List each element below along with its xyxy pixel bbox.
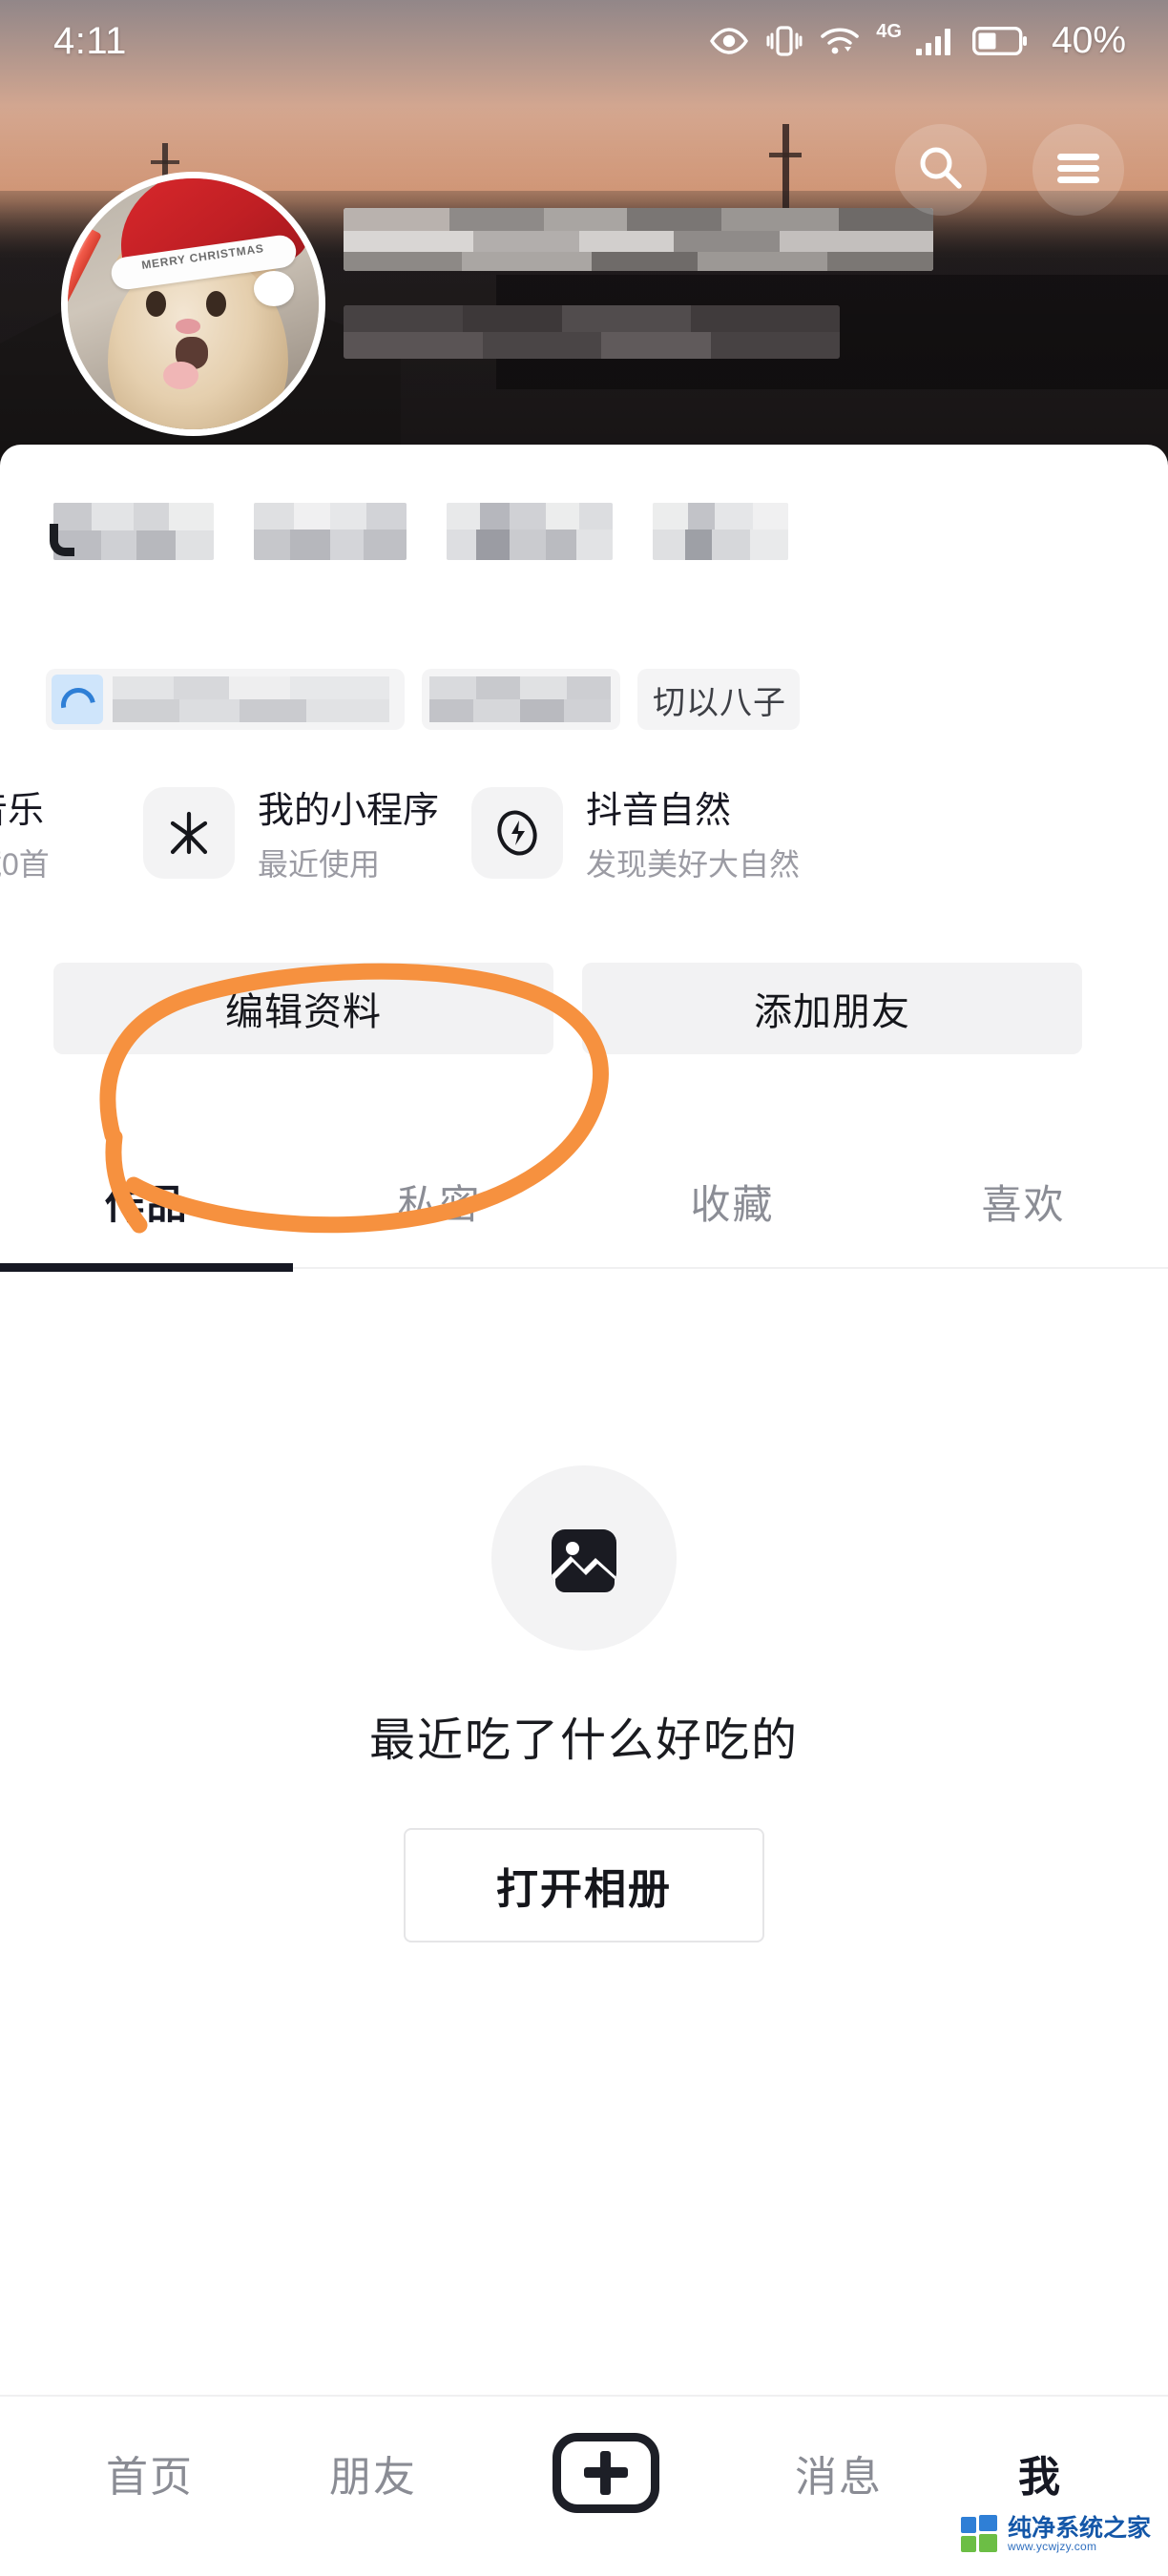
- stat-item[interactable]: [653, 503, 788, 560]
- tag-pill[interactable]: 切以八子: [637, 669, 800, 730]
- stat-value-redacted: [447, 503, 613, 560]
- windows-logo-icon: [960, 2515, 999, 2553]
- stat-value-redacted: [53, 503, 214, 560]
- battery-percent: 40%: [1051, 20, 1126, 61]
- card-title: 我的小程序: [258, 791, 440, 831]
- stat-glyph-fragment: [50, 524, 74, 556]
- watermark-url: www.ycwjzy.com: [1007, 2539, 1097, 2553]
- tag-pill[interactable]: [46, 669, 405, 730]
- network-type-label: 4G: [876, 20, 902, 42]
- vibrate-icon: [765, 25, 803, 57]
- card-douyin-nature[interactable]: 抖音自然 发现美好大自然: [471, 780, 832, 884]
- battery-icon: [971, 27, 1028, 55]
- avatar-eye-left: [145, 291, 166, 317]
- empty-state: 最近吃了什么好吃的 打开相册: [0, 1465, 1168, 1942]
- card-title: 抖音自然: [586, 791, 732, 831]
- nav-me[interactable]: 我: [1018, 2442, 1062, 2503]
- tab-liked[interactable]: 喜欢: [879, 1139, 1168, 1263]
- avatar[interactable]: MERRY CHRISTMAS: [61, 172, 325, 436]
- profile-tags-row: 切以八子: [46, 669, 800, 730]
- lightning-oval-icon: [471, 786, 564, 879]
- tab-works[interactable]: 作品: [0, 1139, 293, 1263]
- image-placeholder-icon: [491, 1465, 677, 1651]
- empty-state-message: 最近吃了什么好吃的: [368, 1715, 799, 1766]
- username-redacted: [344, 208, 933, 271]
- avatar-hat-pompom: [253, 271, 294, 307]
- status-bar: 4:11 4G 40%: [0, 0, 1168, 82]
- profile-action-buttons: 编辑资料 添加朋友: [53, 963, 1082, 1054]
- stat-item[interactable]: [447, 503, 613, 560]
- handle-redacted: [344, 305, 840, 359]
- card-my-miniprograms[interactable]: 我的小程序 最近使用: [143, 780, 471, 884]
- profile-sheet: 切以八子 音乐 藏0首: [0, 445, 1168, 2576]
- tag-label: 切以八子: [653, 684, 786, 721]
- create-post-button[interactable]: [553, 2433, 659, 2513]
- profile-stats-row: [50, 503, 788, 560]
- active-tab-indicator: [0, 1263, 293, 1272]
- watermark-name: 纯净系统之家: [1007, 2514, 1151, 2542]
- menu-button[interactable]: [1032, 124, 1124, 216]
- search-button[interactable]: [895, 124, 987, 216]
- stat-item[interactable]: [254, 503, 407, 560]
- hamburger-menu-icon: [1054, 149, 1102, 192]
- stat-item[interactable]: [50, 503, 214, 560]
- content-tabs: 作品 私密 收藏 喜欢: [0, 1139, 1168, 1292]
- signal-icon: [914, 26, 956, 56]
- open-album-button[interactable]: 打开相册: [404, 1828, 764, 1942]
- location-accent-icon: [52, 675, 103, 724]
- nav-messages[interactable]: 消息: [795, 2442, 883, 2503]
- card-subtitle: 发现美好大自然: [586, 847, 801, 882]
- tag-pill[interactable]: [422, 669, 620, 730]
- search-icon: [916, 143, 966, 197]
- stat-value-redacted: [254, 503, 407, 560]
- tab-private[interactable]: 私密: [293, 1139, 586, 1263]
- card-subtitle: 最近使用: [258, 847, 381, 882]
- tag-text-redacted: [113, 676, 389, 722]
- site-watermark: 纯净系统之家 www.ycwjzy.com: [960, 2514, 1151, 2553]
- card-title: 音乐: [0, 791, 45, 831]
- tab-favorites[interactable]: 收藏: [586, 1139, 879, 1263]
- plus-icon: [584, 2451, 628, 2495]
- card-my-music[interactable]: 音乐 藏0首: [0, 780, 143, 884]
- avatar-paw: [162, 361, 198, 389]
- phone-screen: 4:11 4G 40% MERRY CHRISTMAS 切以八子 乐 0首 我的…: [0, 0, 1168, 2576]
- avatar-eye-right: [205, 291, 226, 317]
- nav-home[interactable]: 首页: [106, 2442, 194, 2503]
- edit-profile-button[interactable]: 编辑资料: [53, 963, 553, 1054]
- eye-care-icon: [709, 27, 749, 55]
- status-icons: 4G 40%: [709, 20, 1126, 62]
- status-time: 4:11: [53, 19, 127, 62]
- card-subtitle: 藏0首: [0, 847, 50, 882]
- tag-text-redacted: [429, 676, 611, 722]
- asterisk-icon: [143, 786, 235, 879]
- nav-friends[interactable]: 朋友: [329, 2442, 417, 2503]
- wifi-icon: [820, 26, 860, 56]
- add-friend-button[interactable]: 添加朋友: [582, 963, 1082, 1054]
- stat-value-redacted: [653, 503, 788, 560]
- shortcut-cards-row[interactable]: 音乐 藏0首 我的小程序 最近使用: [0, 780, 832, 884]
